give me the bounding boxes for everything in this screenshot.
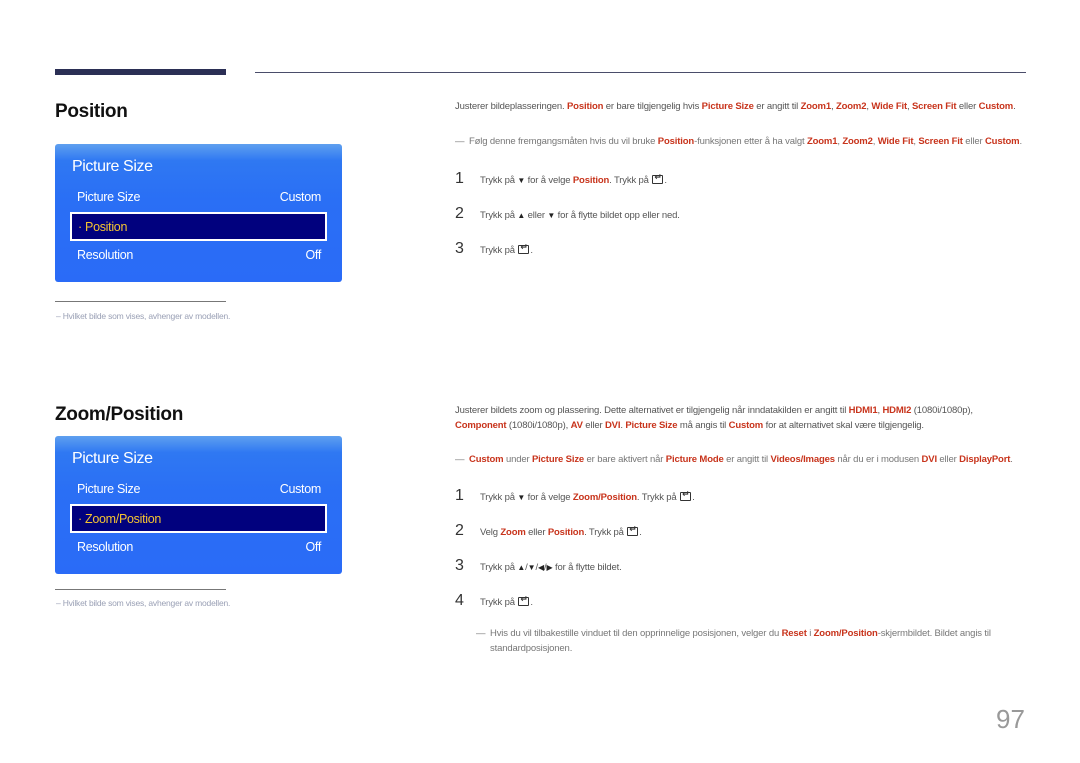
highlight-term: Custom — [728, 419, 764, 431]
highlight-term: Zoom1 — [806, 136, 838, 147]
osd-row-picture-size[interactable]: Picture Size Custom — [77, 482, 321, 496]
osd-row-label: Resolution — [77, 248, 134, 262]
step-number: 2 — [455, 522, 464, 539]
highlight-term: Custom — [469, 454, 504, 465]
page-number: 97 — [996, 704, 1025, 734]
highlight-term: AV — [570, 419, 583, 431]
osd-row-label: Picture Size — [77, 482, 141, 496]
highlight-term: Position — [547, 527, 585, 538]
step-number: 2 — [455, 205, 464, 222]
highlight-term: Screen Fit — [918, 136, 963, 147]
note-dash: — — [455, 136, 465, 147]
arrow-right-icon: ▶ — [546, 563, 553, 572]
osd-row-label: · Zoom/Position — [78, 512, 162, 526]
osd-title: Picture Size — [72, 158, 153, 175]
step-number: 1 — [455, 170, 464, 187]
highlight-term: Position — [572, 175, 610, 186]
step-number: 3 — [455, 240, 464, 257]
osd-row-zoom-position-selected[interactable]: · Zoom/Position — [70, 504, 327, 533]
header-divider — [255, 72, 1026, 73]
highlight-term: Position — [566, 101, 604, 112]
enter-icon — [652, 172, 664, 184]
highlight-term: Custom — [978, 101, 1014, 112]
highlight-term: Zoom1 — [800, 101, 832, 112]
osd-menu-position: Picture Size Picture Size Custom · Posit… — [55, 144, 342, 282]
description-position: Justerer bildeplasseringen. Position er … — [455, 101, 1016, 112]
highlight-term: Zoom — [500, 527, 526, 538]
highlight-term: Screen Fit — [911, 101, 957, 112]
highlight-term: DVI — [921, 454, 938, 465]
highlight-term: Zoom/Position — [572, 492, 637, 503]
enter-icon — [518, 594, 530, 606]
osd-row-label: · Position — [78, 220, 128, 234]
enter-icon — [518, 242, 530, 254]
osd-row-label: Picture Size — [77, 190, 141, 204]
section-title-position: Position — [55, 101, 128, 122]
highlight-term: Position — [657, 136, 695, 147]
highlight-term: Picture Size — [532, 454, 585, 465]
osd-title: Picture Size — [72, 450, 153, 467]
step-number: 3 — [455, 557, 464, 574]
footnote: – Hvilket bilde som vises, avhenger av m… — [56, 311, 231, 321]
step-text: Trykk på ▲ eller ▼ for å flytte bildet o… — [480, 210, 680, 221]
step-text: Trykk på ▼ for å velge Position. Trykk p… — [480, 172, 667, 186]
step-text: Trykk på . — [480, 594, 533, 608]
arrow-left-icon: ◀ — [537, 563, 544, 572]
footnote: – Hvilket bilde som vises, avhenger av m… — [56, 598, 231, 608]
note-dash: — — [455, 454, 465, 465]
note-zoom-position: — Custom under Picture Size er bare akti… — [455, 453, 1025, 468]
step-number: 1 — [455, 487, 464, 504]
osd-row-label: Resolution — [77, 540, 134, 554]
footnote-divider — [55, 589, 226, 590]
step-text: Trykk på ▼ for å velge Zoom/Position. Tr… — [480, 489, 695, 503]
highlight-term: DisplayPort — [959, 454, 1011, 465]
osd-row-resolution[interactable]: Resolution Off — [77, 248, 321, 262]
note-reset: — Hvis du vil tilbakestille vinduet til … — [476, 627, 1026, 656]
step-text: Velg Zoom eller Position. Trykk på . — [480, 524, 642, 538]
highlight-term: Zoom/Position — [813, 628, 878, 639]
highlight-term: Custom — [984, 136, 1020, 147]
osd-row-position-selected[interactable]: · Position — [70, 212, 327, 241]
highlight-term: DVI — [604, 419, 621, 431]
note-text: Følg denne fremgangsmåten hvis du vil br… — [469, 136, 1022, 147]
highlight-term: Wide Fit — [871, 101, 907, 112]
highlight-term: Picture Mode — [665, 454, 724, 465]
arrow-down-icon: ▼ — [547, 211, 556, 220]
osd-row-value: Custom — [279, 482, 322, 496]
osd-row-picture-size[interactable]: Picture Size Custom — [77, 190, 321, 204]
osd-menu-zoom-position: Picture Size Picture Size Custom · Zoom/… — [55, 436, 342, 574]
step-text: Trykk på . — [480, 242, 533, 256]
highlight-term: Component — [455, 419, 507, 431]
highlight-term: Reset — [781, 628, 807, 639]
note-position: — Følg denne fremgangsmåten hvis du vil … — [455, 135, 1025, 150]
highlight-term: Picture Size — [625, 419, 678, 431]
osd-row-value: Off — [305, 540, 321, 554]
highlight-term: Picture Size — [701, 101, 754, 112]
arrow-up-icon: ▲ — [517, 211, 526, 220]
enter-icon — [680, 489, 692, 501]
note-dash: — — [476, 628, 486, 639]
highlight-term: Zoom2 — [842, 136, 873, 147]
section-title-zoom-position: Zoom/Position — [55, 404, 184, 425]
highlight-term: Videos/Images — [770, 454, 836, 465]
note-text: Hvis du vil tilbakestille vinduet til de… — [490, 628, 991, 654]
arrow-down-icon: ▼ — [527, 563, 536, 572]
osd-row-resolution[interactable]: Resolution Off — [77, 540, 321, 554]
osd-row-value: Off — [305, 248, 321, 262]
highlight-term: Zoom2 — [835, 101, 867, 112]
header-bar-accent — [55, 69, 226, 75]
description-zoom-position: Justerer bildets zoom og plassering. Det… — [455, 405, 973, 431]
osd-row-value: Custom — [279, 190, 322, 204]
highlight-term: HDMI1 — [848, 405, 878, 416]
highlight-term: HDMI2 — [882, 405, 912, 416]
highlight-term: Wide Fit — [877, 136, 914, 147]
step-number: 4 — [455, 592, 464, 609]
note-text: Custom under Picture Size er bare aktive… — [469, 454, 1013, 465]
arrow-down-icon: ▼ — [517, 493, 526, 502]
arrow-down-icon: ▼ — [517, 176, 526, 185]
arrow-up-icon: ▲ — [517, 563, 526, 572]
enter-icon — [627, 524, 639, 536]
step-text: Trykk på ▲/▼/◀/▶ for å flytte bildet. — [480, 562, 622, 573]
footnote-divider — [55, 301, 226, 302]
